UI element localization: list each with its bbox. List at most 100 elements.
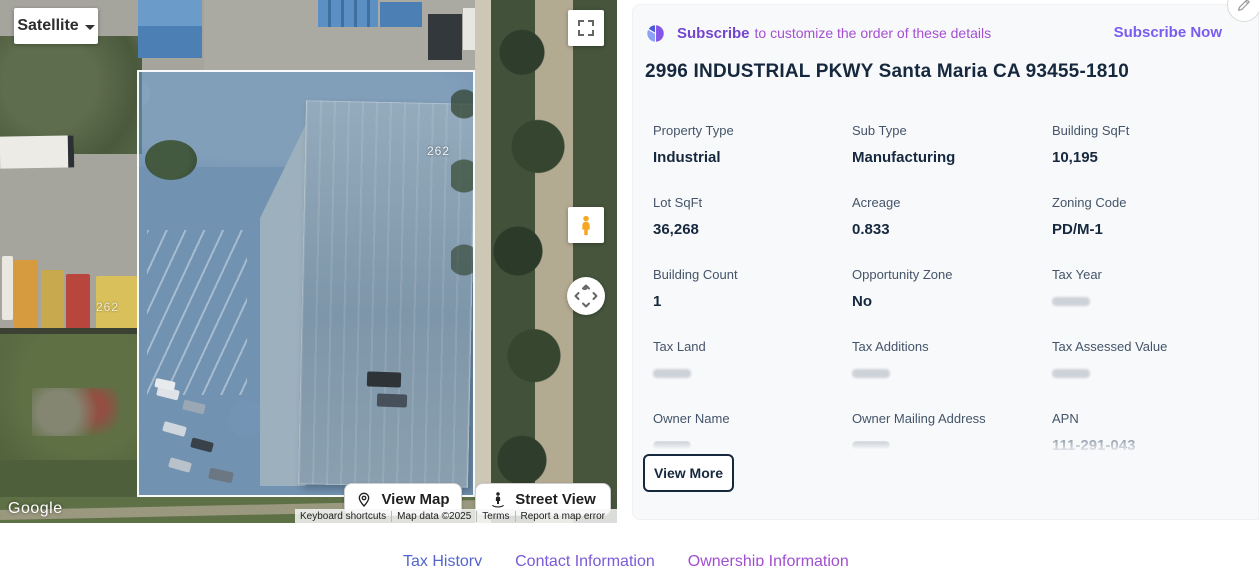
- map-street-number-label: 262: [427, 144, 450, 158]
- street-view-label: Street View: [515, 491, 596, 508]
- building-roof-ribs: [298, 100, 475, 487]
- field-label: Tax Land: [653, 332, 852, 354]
- street-view-pegman-icon: [490, 491, 506, 509]
- field-tax-year: Tax Year: [1052, 260, 1240, 332]
- field-tax-assessed-value: Tax Assessed Value: [1052, 332, 1240, 404]
- field-value: Industrial: [653, 149, 852, 166]
- map-data-copyright: Map data ©2025: [392, 511, 477, 522]
- field-value: 10,195: [1052, 149, 1240, 166]
- keyboard-shortcuts-link[interactable]: Keyboard shortcuts: [295, 511, 392, 522]
- view-more-button[interactable]: View More: [643, 454, 734, 492]
- field-property-type: Property Type Industrial: [653, 116, 852, 188]
- map-attribution-bar: Keyboard shortcuts Map data ©2025 Terms …: [295, 509, 617, 523]
- property-fields-grid: Property Type Industrial Sub Type Manufa…: [653, 116, 1243, 476]
- fullscreen-icon: [577, 19, 595, 37]
- report-map-error-link[interactable]: Report a map error: [516, 511, 610, 522]
- field-label: Owner Mailing Address: [852, 404, 1052, 426]
- map-pin-icon: [356, 492, 372, 508]
- redacted-value: [1052, 369, 1090, 378]
- map-dark-truck: [428, 14, 462, 60]
- field-apn: APN 111-291-043: [1052, 404, 1240, 476]
- field-value: Manufacturing: [852, 149, 1052, 166]
- parcel-main-building: [298, 100, 475, 487]
- map-container-white: [2, 256, 13, 320]
- field-building-count: Building Count 1: [653, 260, 852, 332]
- field-label: Tax Year: [1052, 260, 1240, 282]
- map-type-dropdown[interactable]: Satellite: [14, 8, 98, 44]
- parked-car: [162, 421, 187, 437]
- parcel-parking-stripes: [147, 230, 247, 395]
- parcel-tree: [145, 140, 197, 180]
- field-opportunity-zone: Opportunity Zone No: [852, 260, 1052, 332]
- google-logo[interactable]: Google: [8, 500, 63, 518]
- pan-arrows-icon: [573, 283, 599, 309]
- pegman-button[interactable]: [568, 207, 604, 243]
- map-container-orange: [14, 260, 38, 328]
- map-container-red: [66, 274, 90, 332]
- subscribe-description: to customize the order of these details: [755, 25, 992, 41]
- subscribe-word: Subscribe: [677, 25, 750, 42]
- field-label: APN: [1052, 404, 1240, 426]
- tab-tax-history[interactable]: Tax History: [403, 553, 482, 566]
- view-map-label: View Map: [381, 491, 449, 508]
- map-container-amber: [41, 270, 64, 332]
- field-label: Property Type: [653, 116, 852, 138]
- field-tax-additions: Tax Additions: [852, 332, 1052, 404]
- tab-contact-information[interactable]: Contact Information: [515, 553, 655, 566]
- map-field-debris: [32, 388, 120, 436]
- field-label: Tax Assessed Value: [1052, 332, 1240, 354]
- field-sub-type: Sub Type Manufacturing: [852, 116, 1052, 188]
- parked-truck: [367, 371, 402, 387]
- map-white-building: [0, 135, 74, 168]
- detail-section-tabs: Tax History Contact Information Ownershi…: [403, 553, 849, 566]
- field-label: Building SqFt: [1052, 116, 1240, 138]
- field-label: Building Count: [653, 260, 852, 282]
- pegman-icon: [575, 214, 597, 236]
- redacted-value: [653, 369, 691, 378]
- field-value: 0.833: [852, 221, 1052, 238]
- field-value: 1: [653, 293, 852, 310]
- property-address-title: 2996 INDUSTRIAL PKWY Santa Maria CA 9345…: [645, 61, 1129, 83]
- field-value: 36,268: [653, 221, 852, 238]
- pencil-icon: [1236, 0, 1252, 13]
- parked-car: [208, 468, 234, 484]
- property-parcel-highlight[interactable]: 262: [137, 70, 475, 497]
- redacted-value: [1052, 297, 1090, 306]
- tab-ownership-information[interactable]: Ownership Information: [688, 553, 849, 566]
- property-detail-page: 262 262 Satellite: [0, 0, 1259, 566]
- redacted-value: [653, 441, 691, 450]
- parked-truck: [377, 393, 407, 407]
- parcel-trees-right-edge: [451, 80, 475, 320]
- map-blue-rooftop: [138, 0, 202, 58]
- brand-pie-icon: [645, 23, 666, 44]
- parked-car: [168, 457, 192, 473]
- subscribe-now-link[interactable]: Subscribe Now: [1114, 24, 1222, 41]
- satellite-map[interactable]: 262 262 Satellite: [0, 0, 617, 523]
- field-owner-mailing-address: Owner Mailing Address: [852, 404, 1052, 476]
- map-trees-right: [490, 0, 570, 523]
- field-label: Zoning Code: [1052, 188, 1240, 210]
- field-label: Sub Type: [852, 116, 1052, 138]
- field-building-sqft: Building SqFt 10,195: [1052, 116, 1240, 188]
- field-label: Tax Additions: [852, 332, 1052, 354]
- map-blue-vehicles: [318, 0, 378, 27]
- map-blue-vehicles: [380, 2, 422, 27]
- pan-control-button[interactable]: [567, 277, 605, 315]
- field-label: Owner Name: [653, 404, 852, 426]
- field-label: Acreage: [852, 188, 1052, 210]
- parked-car: [190, 437, 214, 452]
- field-lot-sqft: Lot SqFt 36,268: [653, 188, 852, 260]
- fullscreen-button[interactable]: [568, 10, 604, 46]
- field-value: 111-291-043: [1052, 437, 1240, 454]
- field-tax-land: Tax Land: [653, 332, 852, 404]
- chevron-down-icon: [85, 25, 95, 30]
- terms-link[interactable]: Terms: [477, 511, 515, 522]
- redacted-value: [852, 369, 890, 378]
- field-value: No: [852, 293, 1052, 310]
- redacted-value: [852, 441, 890, 450]
- field-zoning-code: Zoning Code PD/M-1: [1052, 188, 1240, 260]
- field-label: Opportunity Zone: [852, 260, 1052, 282]
- field-acreage: Acreage 0.833: [852, 188, 1052, 260]
- field-label: Lot SqFt: [653, 188, 852, 210]
- map-street-number-label: 262: [96, 300, 119, 314]
